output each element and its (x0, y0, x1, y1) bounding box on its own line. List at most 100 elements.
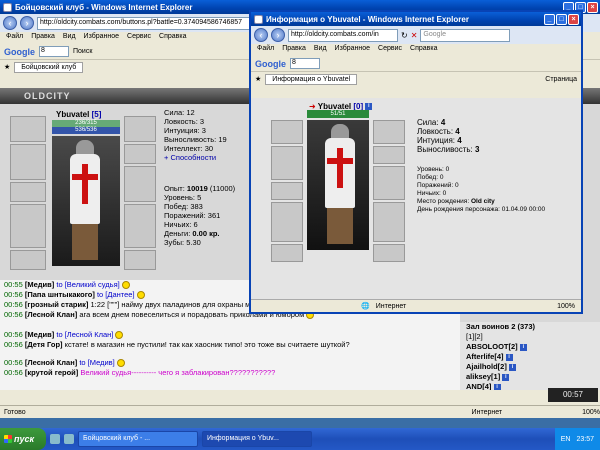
slot-weapon[interactable] (10, 144, 46, 180)
tab-info[interactable]: Информация о Ybuvatel (265, 73, 358, 85)
tab-combats[interactable]: Бойцовский клуб (14, 61, 84, 73)
taskbar-item-info[interactable]: Информация о Ybuv... (202, 431, 312, 447)
slot-belt[interactable] (271, 244, 303, 262)
online-user[interactable]: Afterlife[4] i (466, 352, 600, 362)
slot-gloves[interactable] (271, 182, 303, 200)
tray-clock[interactable]: 23:57 (576, 436, 594, 443)
favorites-star-icon[interactable]: ★ (4, 63, 10, 71)
hp-bar: 236/315 (52, 120, 120, 127)
stat-agility: Ловкость: 3 (164, 117, 205, 126)
character-stats: Сила: 12 Ловкость: 3 Интуиция: 3 Выносли… (164, 108, 254, 162)
abilities-link[interactable]: + Способности (164, 153, 216, 162)
info-icon[interactable]: i (508, 363, 516, 371)
menu-view[interactable]: Вид (63, 33, 76, 43)
stat-strength: Сила: 12 (164, 108, 195, 117)
popup-address-bar[interactable]: http://oldcity.combats.com/in (288, 28, 398, 42)
menu-file[interactable]: Файл (257, 45, 274, 55)
slot-helmet[interactable] (124, 116, 156, 142)
character-avatar (52, 136, 120, 266)
game-clock: 00:57 (548, 388, 598, 402)
stat-intuition: Интуиция: 4 (417, 136, 462, 145)
close-button[interactable]: × (587, 1, 598, 13)
wins-row: Побед: 383 (164, 202, 203, 211)
character-record: Опыт: 10019 (11000) Уровень: 5 Побед: 38… (164, 184, 254, 247)
info-icon[interactable]: i (493, 383, 501, 390)
google-search-input[interactable]: 8 (290, 58, 320, 69)
popup-hp-bar: 51/51 (307, 110, 369, 118)
forward-arrow-icon[interactable]: › (271, 28, 285, 42)
slot-boots[interactable] (373, 244, 405, 262)
slot-earring[interactable] (10, 116, 46, 142)
online-user[interactable]: aliksey[1] i (466, 372, 600, 382)
online-user[interactable]: Ajailhold[2] i (466, 362, 600, 372)
popup-menu-bar: Файл Правка Вид Избранное Сервис Справка (251, 44, 581, 56)
popup-titlebar[interactable]: Информация о Ybuvatel - Windows Internet… (251, 12, 581, 26)
stop-icon[interactable]: ✕ (411, 31, 418, 40)
google-search-input[interactable]: 8 (39, 46, 69, 57)
online-user[interactable]: ABSOLOOT[2] i (466, 342, 600, 352)
menu-edit[interactable]: Правка (31, 33, 55, 43)
language-indicator[interactable]: EN (561, 436, 571, 443)
info-icon[interactable]: i (519, 343, 527, 351)
quick-launch-icon[interactable] (64, 434, 74, 444)
menu-view[interactable]: Вид (314, 45, 327, 55)
online-pages[interactable]: [1][2] (466, 332, 600, 342)
status-zoom[interactable]: 100% (582, 409, 600, 416)
stat-strength: Сила: 4 (417, 118, 446, 127)
slot-belt[interactable] (10, 250, 46, 270)
status-text: Готово (4, 408, 26, 416)
refresh-icon[interactable]: ↻ (401, 31, 408, 40)
popup-minimize-button[interactable]: _ (544, 13, 555, 25)
info-level: Уровень: 0 (417, 166, 450, 173)
quick-launch-icon[interactable] (50, 434, 60, 444)
chat-line: 00:56 [Детя Гор] кстате! в магазин не пу… (4, 340, 350, 349)
popup-info: Уровень: 0 Побед: 0 Поражений: 0 Ничьих:… (417, 166, 545, 214)
slot-shield[interactable] (124, 166, 156, 202)
slot-bracer[interactable] (373, 146, 405, 164)
popup-search-input[interactable]: Google (420, 28, 511, 42)
popup-close-button[interactable]: × (568, 13, 579, 25)
info-popup-window: Информация о Ybuvatel - Windows Internet… (249, 10, 583, 314)
popup-maximize-button[interactable]: □ (556, 13, 567, 25)
page-menu[interactable]: Страница (545, 76, 577, 83)
menu-help[interactable]: Справка (159, 33, 186, 43)
slot-gloves[interactable] (10, 182, 46, 202)
menu-edit[interactable]: Правка (282, 45, 306, 55)
info-icon[interactable]: i (505, 353, 513, 361)
menu-tools[interactable]: Сервис (378, 45, 402, 55)
info-icon[interactable]: i (502, 373, 510, 381)
losses-row: Поражений: 361 (164, 211, 221, 220)
slot-armor[interactable] (271, 202, 303, 242)
online-list: Зал воинов 2 (373) [1][2] ABSOLOOT[2] i … (460, 322, 600, 390)
slot-boots[interactable] (124, 250, 156, 270)
back-arrow-icon[interactable]: ‹ (254, 28, 268, 42)
slot-weapon[interactable] (271, 146, 303, 180)
menu-favorites[interactable]: Избранное (84, 33, 119, 43)
slot-pants[interactable] (124, 204, 156, 248)
start-button[interactable]: пуск (0, 428, 46, 450)
menu-tools[interactable]: Сервис (127, 33, 151, 43)
stat-intellect: Интеллект: 30 (164, 144, 214, 153)
slot-bracer[interactable] (124, 144, 156, 164)
character-panel: Ybuvatel [5] 236/315 536/536 Сила: 12 Ло… (8, 108, 248, 301)
popup-status-zone: Интернет (375, 302, 407, 310)
taskbar-item-combats[interactable]: Бойцовский клуб - ... (78, 431, 198, 447)
main-window-title: Бойцовский клуб - Windows Internet Explo… (15, 2, 193, 12)
menu-file[interactable]: Файл (6, 33, 23, 43)
slot-pants[interactable] (373, 202, 405, 242)
smiley-icon (116, 359, 125, 368)
forward-arrow-icon[interactable]: › (20, 16, 34, 30)
menu-favorites[interactable]: Избранное (335, 45, 370, 55)
slot-helmet[interactable] (373, 120, 405, 144)
favorites-star-icon[interactable]: ★ (255, 75, 261, 83)
menu-help[interactable]: Справка (410, 45, 437, 55)
character-name: Ybuvatel [5] (56, 110, 102, 119)
address-bar[interactable]: http://oldcity.combats.com/buttons.pl?ba… (37, 16, 277, 30)
slot-shield[interactable] (373, 166, 405, 200)
back-arrow-icon[interactable]: ‹ (3, 16, 17, 30)
system-tray: EN 23:57 (554, 428, 600, 450)
slot-armor[interactable] (10, 204, 46, 248)
slot-earring[interactable] (271, 120, 303, 144)
popup-status-zoom[interactable]: 100% (557, 303, 581, 310)
google-search-button[interactable]: Поиск (73, 48, 92, 55)
